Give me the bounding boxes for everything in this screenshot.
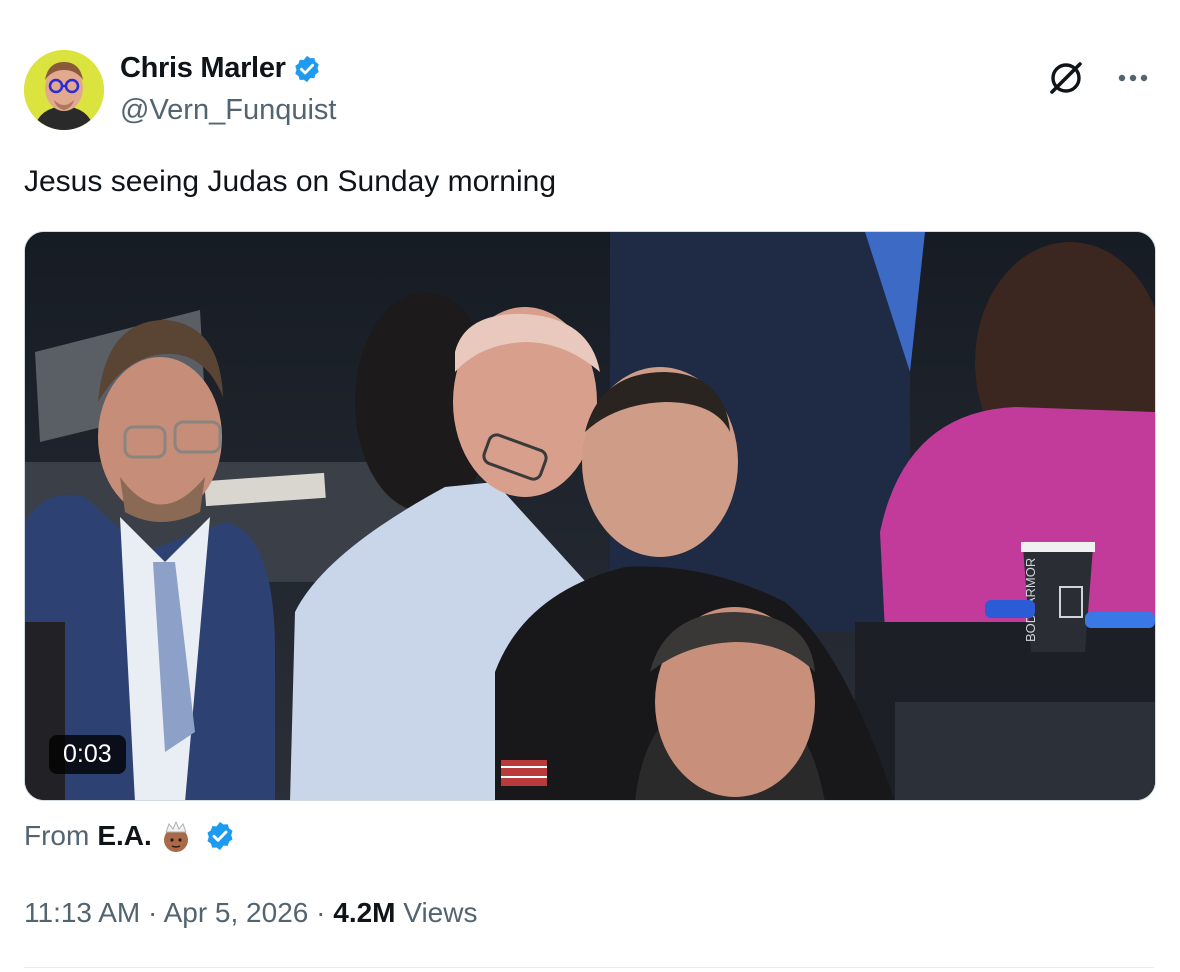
author-handle[interactable]: @Vern_Funquist <box>120 94 336 127</box>
grok-icon[interactable] <box>1044 56 1088 100</box>
video-duration-badge: 0:03 <box>49 735 126 774</box>
tweet-header-actions <box>1044 56 1150 100</box>
video-frame: BODYARMOR <box>25 232 1155 800</box>
author-display-name[interactable]: Chris Marler <box>120 52 286 85</box>
more-options-icon[interactable] <box>1116 61 1150 95</box>
author-name-row[interactable]: Chris Marler <box>120 52 322 85</box>
attribution-row: From E.A. <box>24 818 236 854</box>
tweet-date[interactable]: Apr 5, 2026 <box>164 897 309 928</box>
divider <box>24 967 1154 968</box>
attribution-source-name[interactable]: E.A. <box>97 820 151 852</box>
tweet-text: Jesus seeing Judas on Sunday morning <box>24 165 557 198</box>
tweet-video[interactable]: BODYARMOR 0:03 <box>24 231 1156 801</box>
tweet-meta: 11:13 AM · Apr 5, 2026 · 4.2M Views <box>24 897 477 929</box>
verified-badge-icon <box>294 55 319 82</box>
cup-label: BODYARMOR <box>1023 558 1038 642</box>
meta-separator: · <box>316 897 326 928</box>
verified-badge-icon <box>207 822 233 850</box>
author-avatar[interactable] <box>24 50 104 130</box>
views-label: Views <box>403 897 478 928</box>
avatar-image <box>24 50 104 130</box>
tweet-time[interactable]: 11:13 AM <box>24 897 140 928</box>
man-with-crown-emoji-icon <box>163 820 188 852</box>
views-count: 4.2M <box>333 897 396 928</box>
attribution-prefix: From <box>24 820 90 851</box>
meta-separator: · <box>148 897 158 928</box>
